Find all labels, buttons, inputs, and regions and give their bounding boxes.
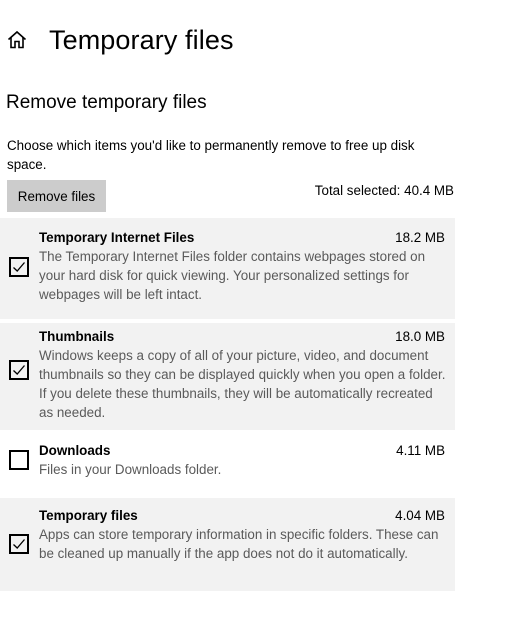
item-description: Files in your Downloads folder. [39, 462, 222, 477]
page-header: Temporary files [0, 18, 515, 62]
checkbox-temporary-files[interactable] [9, 534, 29, 554]
item-size: 4.04 MB [395, 508, 445, 523]
home-icon[interactable] [6, 29, 28, 51]
item-name: Thumbnails [39, 329, 115, 344]
temporary-files-list: Temporary Internet Files 18.2 MB The Tem… [0, 218, 455, 591]
list-item-thumbnails: Thumbnails 18.0 MB Windows keeps a copy … [0, 323, 455, 430]
checkbox-thumbnails[interactable] [9, 360, 29, 380]
checkmark-icon [13, 539, 25, 549]
item-size: 18.0 MB [395, 329, 445, 344]
list-item-temporary-internet-files: Temporary Internet Files 18.2 MB The Tem… [0, 218, 455, 319]
item-name: Downloads [39, 443, 111, 458]
list-item-temporary-files: Temporary files 4.04 MB Apps can store t… [0, 498, 455, 591]
section-description: Choose which items you'd like to permane… [7, 138, 415, 172]
total-selected-label: Total selected: 40.4 MB [314, 183, 454, 198]
item-size: 4.11 MB [396, 443, 445, 458]
item-name: Temporary files [39, 508, 138, 523]
item-description: The Temporary Internet Files folder cont… [39, 249, 426, 302]
item-name: Temporary Internet Files [39, 230, 195, 245]
checkbox-temporary-internet-files[interactable] [9, 257, 29, 277]
checkmark-icon [13, 365, 25, 375]
list-item-downloads: Downloads 4.11 MB Files in your Download… [0, 430, 455, 488]
checkbox-downloads[interactable] [9, 450, 29, 470]
checkmark-icon [13, 262, 25, 272]
page-title: Temporary files [49, 25, 234, 55]
item-size: 18.2 MB [395, 230, 445, 245]
item-description: Windows keeps a copy of all of your pict… [39, 348, 446, 420]
remove-files-button[interactable]: Remove files [7, 180, 106, 212]
item-description: Apps can store temporary information in … [39, 527, 439, 561]
section-title: Remove temporary files [6, 92, 207, 113]
